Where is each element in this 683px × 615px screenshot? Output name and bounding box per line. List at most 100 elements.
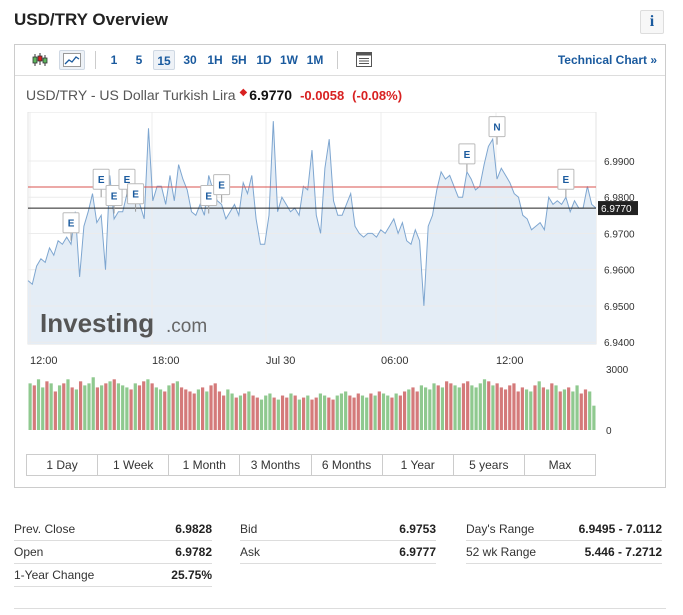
volume-bar: [495, 383, 499, 430]
price-change: -0.0058: [300, 88, 345, 103]
volume-bar: [137, 385, 142, 430]
volume-bar: [407, 389, 411, 430]
timeframe-1m[interactable]: 1M: [303, 50, 327, 70]
timeframe-1d[interactable]: 1D: [253, 50, 275, 70]
volume-bar: [533, 385, 537, 430]
stat-label: Open: [14, 545, 44, 559]
volume-bar: [470, 385, 474, 430]
table-view-button[interactable]: [353, 50, 375, 70]
range-5-years[interactable]: 5 years: [454, 455, 525, 475]
volume-bar: [192, 393, 196, 430]
stat-row: 52 wk Range 5.446 - 7.2712: [466, 541, 662, 564]
range-selector: 1 Day 1 Week 1 Month 3 Months 6 Months 1…: [26, 454, 596, 476]
volume-bar: [423, 387, 428, 430]
range-1-week[interactable]: 1 Week: [98, 455, 170, 475]
volume-bar: [365, 397, 369, 430]
range-3-months[interactable]: 3 Months: [240, 455, 312, 475]
event-marker-label: E: [132, 190, 139, 201]
volume-bar: [179, 387, 184, 430]
volume-bar: [310, 399, 314, 430]
event-marker-label: E: [563, 175, 570, 186]
timeframe-1[interactable]: 1: [107, 50, 121, 70]
volume-bar: [62, 383, 66, 430]
volume-bar: [419, 385, 423, 430]
volume-bar: [66, 379, 70, 430]
range-max[interactable]: Max: [525, 455, 595, 475]
stat-label: 52 wk Range: [466, 545, 537, 559]
volume-bar: [335, 395, 339, 430]
timeframe-30[interactable]: 30: [179, 50, 201, 70]
volume-bar: [293, 395, 297, 430]
stat-value: 6.9782: [175, 545, 212, 559]
stat-row: Day's Range 6.9495 - 7.0112: [466, 518, 662, 541]
last-price-tag-label: 6.9770: [601, 204, 632, 215]
volume-bar: [440, 387, 445, 430]
volume-bar: [390, 397, 394, 430]
event-marker-label: E: [111, 192, 118, 203]
volume-bar: [503, 389, 508, 430]
volume-bar: [196, 389, 201, 430]
logo-text: Investing: [40, 308, 154, 338]
volume-bar: [348, 395, 352, 430]
chart-toolbar: 1 5 15 30 1H 5H 1D 1W 1M Technical Chart…: [15, 45, 665, 76]
range-6-months[interactable]: 6 Months: [312, 455, 383, 475]
event-marker-label: E: [464, 150, 471, 161]
event-marker-label: E: [68, 219, 75, 230]
range-1-year[interactable]: 1 Year: [383, 455, 454, 475]
volume-bar: [171, 383, 175, 430]
volume-bar: [529, 391, 533, 430]
last-price: 6.9770: [249, 87, 293, 103]
quote-header: USD/TRY - US Dollar Turkish Lira ◆ 6.9770-…: [26, 87, 402, 103]
timeframe-5[interactable]: 5: [132, 50, 146, 70]
timeframe-5h[interactable]: 5H: [228, 50, 250, 70]
volume-bar: [276, 399, 280, 430]
volume-bar: [41, 387, 45, 430]
volume-bar: [146, 379, 150, 430]
volume-bar: [461, 383, 466, 430]
volume-bar: [158, 389, 163, 430]
volume-bar: [516, 391, 520, 430]
timeframe-1w[interactable]: 1W: [277, 50, 301, 70]
volume-bar: [163, 391, 167, 430]
volume-bar: [217, 391, 222, 430]
stat-value: 6.9753: [399, 522, 436, 536]
stat-value: 25.75%: [171, 568, 212, 582]
volume-bar: [209, 385, 213, 430]
range-1-month[interactable]: 1 Month: [169, 455, 241, 475]
volume-bar: [28, 383, 32, 430]
volume-bar: [78, 381, 83, 430]
area-chart-button[interactable]: [59, 50, 85, 70]
volume-bar: [247, 391, 251, 430]
event-marker-label: E: [205, 192, 212, 203]
stat-value: 6.9777: [399, 545, 436, 559]
candlestick-chart-button[interactable]: [29, 50, 51, 70]
volume-bar: [70, 387, 74, 430]
info-icon[interactable]: i: [640, 10, 664, 34]
divider: [14, 608, 666, 609]
down-arrow-icon: ◆: [239, 87, 248, 98]
volume-bar: [230, 393, 234, 430]
volume-bar: [289, 393, 293, 430]
y-tick-label: 6.9600: [604, 266, 635, 277]
stat-row: Ask 6.9777: [240, 541, 436, 564]
volume-bar: [222, 395, 226, 430]
volume-bar: [49, 383, 53, 430]
volume-bar: [280, 395, 285, 430]
volume-bar: [541, 387, 546, 430]
price-change-percent: (-0.08%): [352, 88, 403, 103]
price-chart[interactable]: Investing .com 6.9770 EEEEE EEENE 12:00 18…: [26, 112, 656, 452]
timeframe-15[interactable]: 15: [153, 50, 175, 70]
volume-bar: [112, 379, 116, 430]
volume-bar: [74, 389, 78, 430]
y-tick-label: 6.9400: [604, 338, 635, 349]
volume-bar: [91, 377, 95, 430]
volume-bar: [344, 391, 348, 430]
timeframe-1h[interactable]: 1H: [204, 50, 226, 70]
volume-bar: [474, 387, 478, 430]
volume-bar: [87, 383, 91, 430]
volume-bar: [499, 387, 503, 430]
volume-bar: [95, 387, 100, 430]
range-1-day[interactable]: 1 Day: [27, 455, 99, 475]
technical-chart-link[interactable]: Technical Chart »: [558, 53, 657, 67]
volume-bar: [125, 387, 129, 430]
